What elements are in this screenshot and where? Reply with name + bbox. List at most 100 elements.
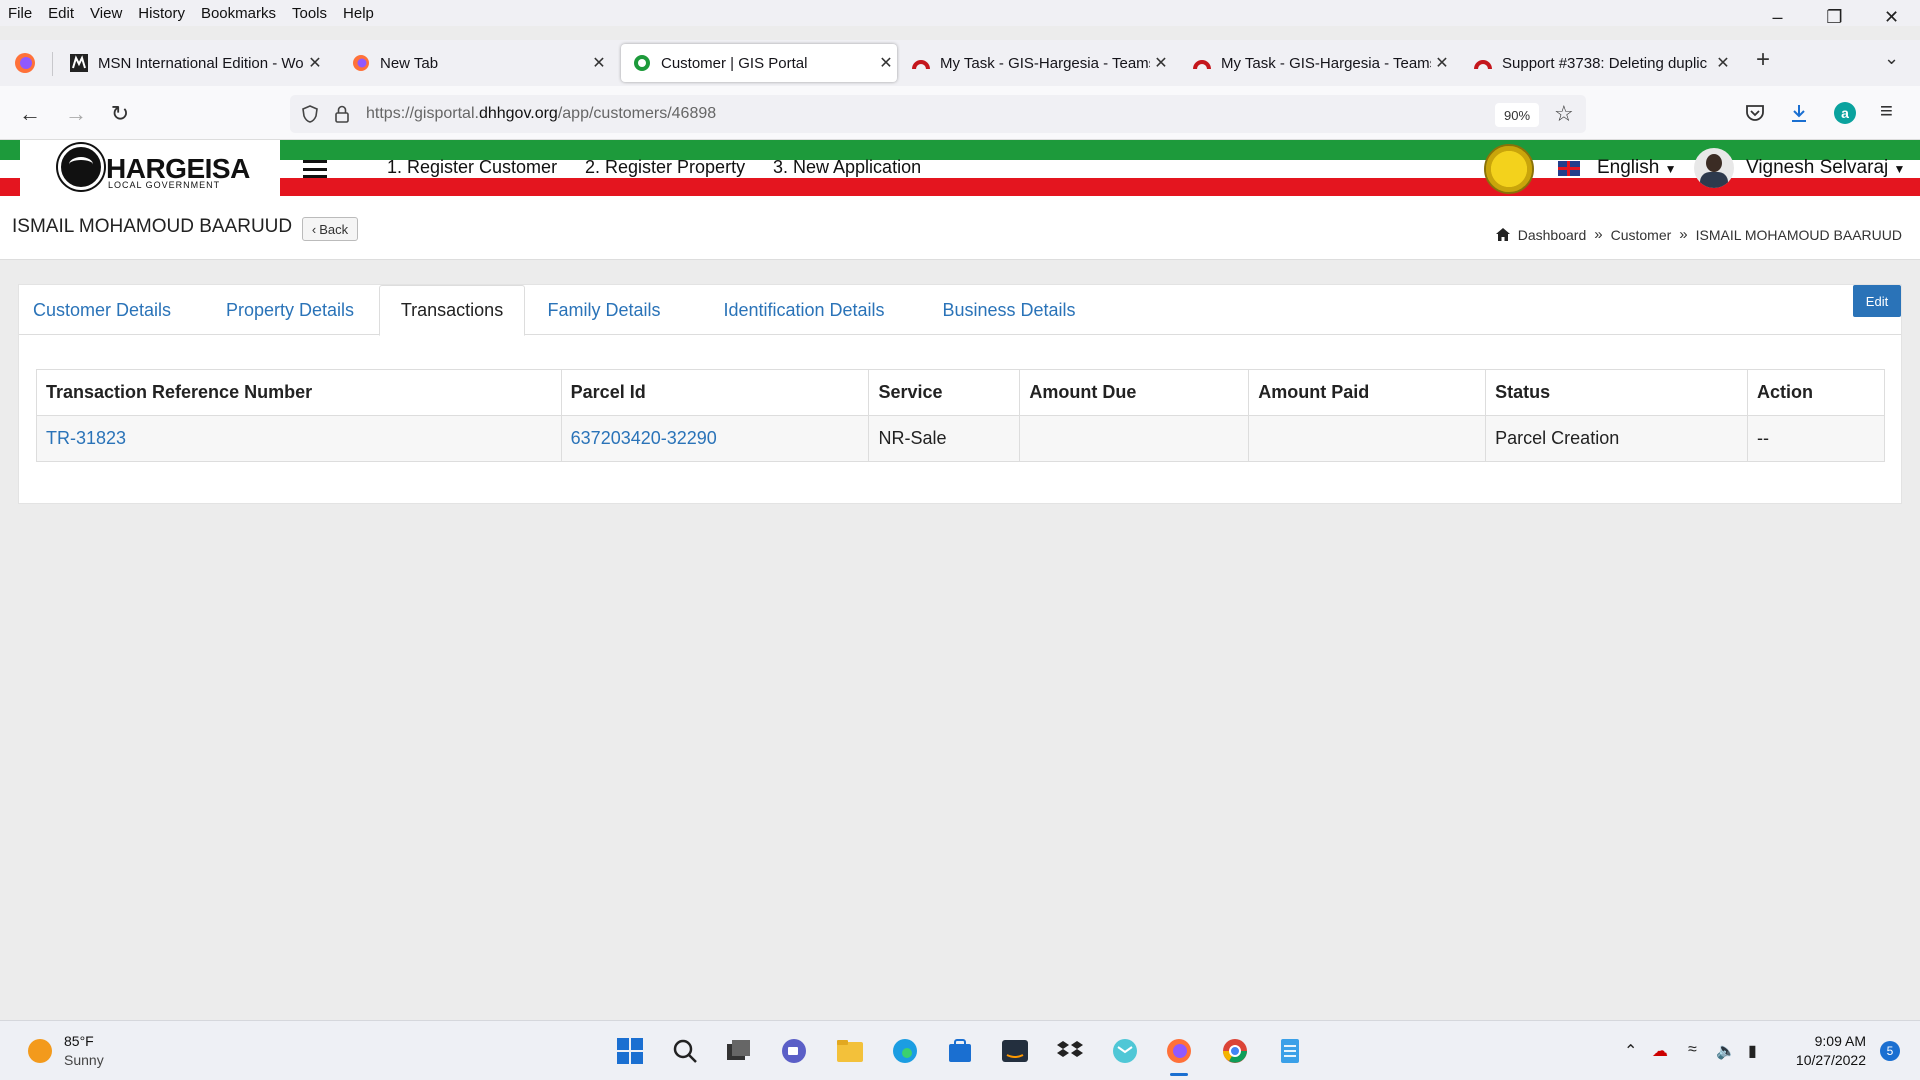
list-all-tabs-chevron-icon[interactable]: ⌄ — [1884, 48, 1899, 69]
zoom-level-button[interactable]: 90% — [1495, 103, 1539, 127]
wifi-icon[interactable]: ≈ — [1688, 1041, 1697, 1059]
detail-tabs: Customer Details Property Details Transa… — [19, 285, 1901, 336]
tab-property-details[interactable]: Property Details — [197, 285, 383, 336]
breadcrumb-separator: » — [1594, 226, 1603, 243]
star-bookmark-icon[interactable]: ☆ — [1554, 101, 1574, 127]
reload-icon[interactable]: ↻ — [104, 98, 136, 130]
tab-identification-details[interactable]: Identification Details — [689, 285, 919, 336]
back-arrow-icon[interactable]: ← — [14, 98, 46, 130]
chevron-left-icon: ‹ — [311, 221, 317, 237]
tab-transactions[interactable]: Transactions — [379, 285, 525, 336]
close-tab-icon[interactable]: ✕ — [1431, 53, 1453, 73]
restore-icon[interactable]: ❐ — [1806, 0, 1863, 34]
browser-tab-support[interactable]: Support #3738: Deleting duplic ✕ — [1462, 44, 1734, 82]
browser-navbar: ← → ↻ https://gisportal.dhhgov.org/app/c… — [0, 86, 1920, 140]
page-title-bar: ISMAIL MOHAMOUD BAARUUD ‹ Back Dashboard … — [0, 196, 1920, 260]
battery-icon[interactable]: ▮ — [1748, 1041, 1757, 1061]
teams-chat-icon[interactable] — [779, 1036, 809, 1066]
downloads-icon[interactable] — [1788, 102, 1810, 124]
menu-history[interactable]: History — [130, 5, 193, 22]
breadcrumb-dashboard[interactable]: Dashboard — [1518, 227, 1587, 243]
transaction-ref-link[interactable]: TR-31823 — [36, 415, 562, 462]
notepad-icon[interactable] — [1275, 1036, 1305, 1066]
url-text[interactable]: https://gisportal.dhhgov.org/app/custome… — [366, 105, 716, 123]
browser-tab-my-task-1[interactable]: My Task - GIS-Hargesia - Teams ✕ — [900, 44, 1172, 82]
browser-tab-msn[interactable]: MSN International Edition - Wor ✕ — [58, 44, 326, 82]
pocket-icon[interactable] — [1744, 102, 1766, 124]
menu-help[interactable]: Help — [335, 5, 382, 22]
redmine-icon — [1193, 60, 1211, 70]
breadcrumb: Dashboard » Customer » ISMAIL MOHAMOUD B… — [1495, 226, 1902, 243]
close-tab-icon[interactable]: ✕ — [1150, 53, 1172, 73]
tab-title: My Task - GIS-Hargesia - Teams — [1221, 54, 1431, 72]
url-domain: dhhgov.org — [478, 105, 558, 122]
close-tab-icon[interactable]: ✕ — [588, 53, 610, 73]
page-title: ISMAIL MOHAMOUD BAARUUD — [12, 216, 293, 237]
file-explorer-icon[interactable] — [835, 1036, 865, 1066]
mail-app-icon[interactable] — [1110, 1036, 1140, 1066]
task-view-icon[interactable] — [723, 1036, 753, 1066]
close-tab-icon[interactable]: ✕ — [1712, 53, 1734, 73]
menu-view[interactable]: View — [82, 5, 130, 22]
lock-icon[interactable] — [334, 104, 350, 124]
url-path: /app/customers/46898 — [557, 105, 717, 122]
browser-tab-customer-gis-portal[interactable]: Customer | GIS Portal ✕ — [621, 44, 897, 82]
tab-customer-details[interactable]: Customer Details — [19, 285, 185, 336]
tab-strip: MSN International Edition - Wor ✕ New Ta… — [0, 40, 1920, 86]
edit-button[interactable]: Edit — [1853, 285, 1901, 317]
avatar[interactable] — [1694, 148, 1734, 188]
browser-tab-my-task-2[interactable]: My Task - GIS-Hargesia - Teams ✕ — [1181, 44, 1453, 82]
tab-business-details[interactable]: Business Details — [919, 285, 1099, 336]
firefox-icon[interactable] — [1164, 1036, 1194, 1066]
clock-time[interactable]: 9:09 AM — [1815, 1033, 1866, 1049]
tab-title: Support #3738: Deleting duplic — [1502, 54, 1708, 72]
weather-temperature[interactable]: 85°F — [64, 1033, 94, 1049]
cloud-error-icon[interactable]: ☁ — [1652, 1041, 1668, 1061]
search-icon[interactable] — [670, 1036, 700, 1066]
amazon-icon[interactable] — [1000, 1036, 1030, 1066]
language-label: English — [1597, 157, 1660, 178]
browser-tab-new-tab[interactable]: New Tab ✕ — [340, 44, 610, 82]
hamburger-menu-icon[interactable] — [303, 160, 327, 178]
extension-icon[interactable]: a — [1834, 102, 1856, 124]
windows-start-icon[interactable] — [615, 1036, 645, 1066]
menu-tools[interactable]: Tools — [284, 5, 335, 22]
microsoft-store-icon[interactable] — [945, 1036, 975, 1066]
status-cell: Parcel Creation — [1485, 415, 1748, 462]
url-bar[interactable]: https://gisportal.dhhgov.org/app/custome… — [290, 95, 1586, 133]
tab-family-details[interactable]: Family Details — [529, 285, 679, 336]
clock-date[interactable]: 10/27/2022 — [1796, 1052, 1866, 1068]
menu-bookmarks[interactable]: Bookmarks — [193, 5, 284, 22]
nav-register-customer[interactable]: 1. Register Customer — [387, 157, 557, 178]
breadcrumb-customer[interactable]: Customer — [1611, 227, 1672, 243]
volume-icon[interactable]: 🔈 — [1716, 1041, 1736, 1061]
new-tab-plus-icon[interactable]: + — [1756, 46, 1770, 74]
weather-condition[interactable]: Sunny — [64, 1052, 104, 1068]
app-menu-icon[interactable]: ≡ — [1880, 98, 1893, 124]
site-logo[interactable]: HARGEISA LOCAL GOVERNMENT — [20, 140, 280, 196]
edge-browser-icon[interactable] — [890, 1036, 920, 1066]
close-tab-icon[interactable]: ✕ — [304, 53, 326, 73]
menu-edit[interactable]: Edit — [40, 5, 82, 22]
back-button[interactable]: ‹ Back — [302, 217, 358, 241]
forward-arrow-icon[interactable]: → — [60, 98, 92, 130]
chrome-icon[interactable] — [1220, 1036, 1250, 1066]
user-menu[interactable]: Vignesh Selvaraj ▼ — [1746, 157, 1905, 179]
chevron-up-icon[interactable]: ⌃ — [1624, 1041, 1637, 1061]
menu-file[interactable]: File — [0, 5, 40, 22]
window-controls: – ❐ ✕ — [1749, 0, 1920, 34]
dropbox-icon[interactable] — [1055, 1036, 1085, 1066]
nav-new-application[interactable]: 3. New Application — [773, 157, 921, 178]
column-header: Action — [1747, 369, 1885, 416]
close-tab-icon[interactable]: ✕ — [875, 53, 897, 73]
parcel-id-link[interactable]: 637203420-32290 — [560, 415, 870, 462]
sun-weather-icon[interactable] — [28, 1039, 52, 1063]
minimize-icon[interactable]: – — [1749, 0, 1806, 34]
language-selector[interactable]: English ▼ — [1597, 157, 1677, 179]
shield-icon[interactable] — [300, 104, 320, 124]
uk-flag-icon[interactable] — [1558, 161, 1580, 176]
firefox-icon[interactable] — [14, 52, 36, 74]
nav-register-property[interactable]: 2. Register Property — [585, 157, 745, 178]
close-window-icon[interactable]: ✕ — [1863, 0, 1920, 34]
notification-badge[interactable]: 5 — [1880, 1041, 1900, 1061]
